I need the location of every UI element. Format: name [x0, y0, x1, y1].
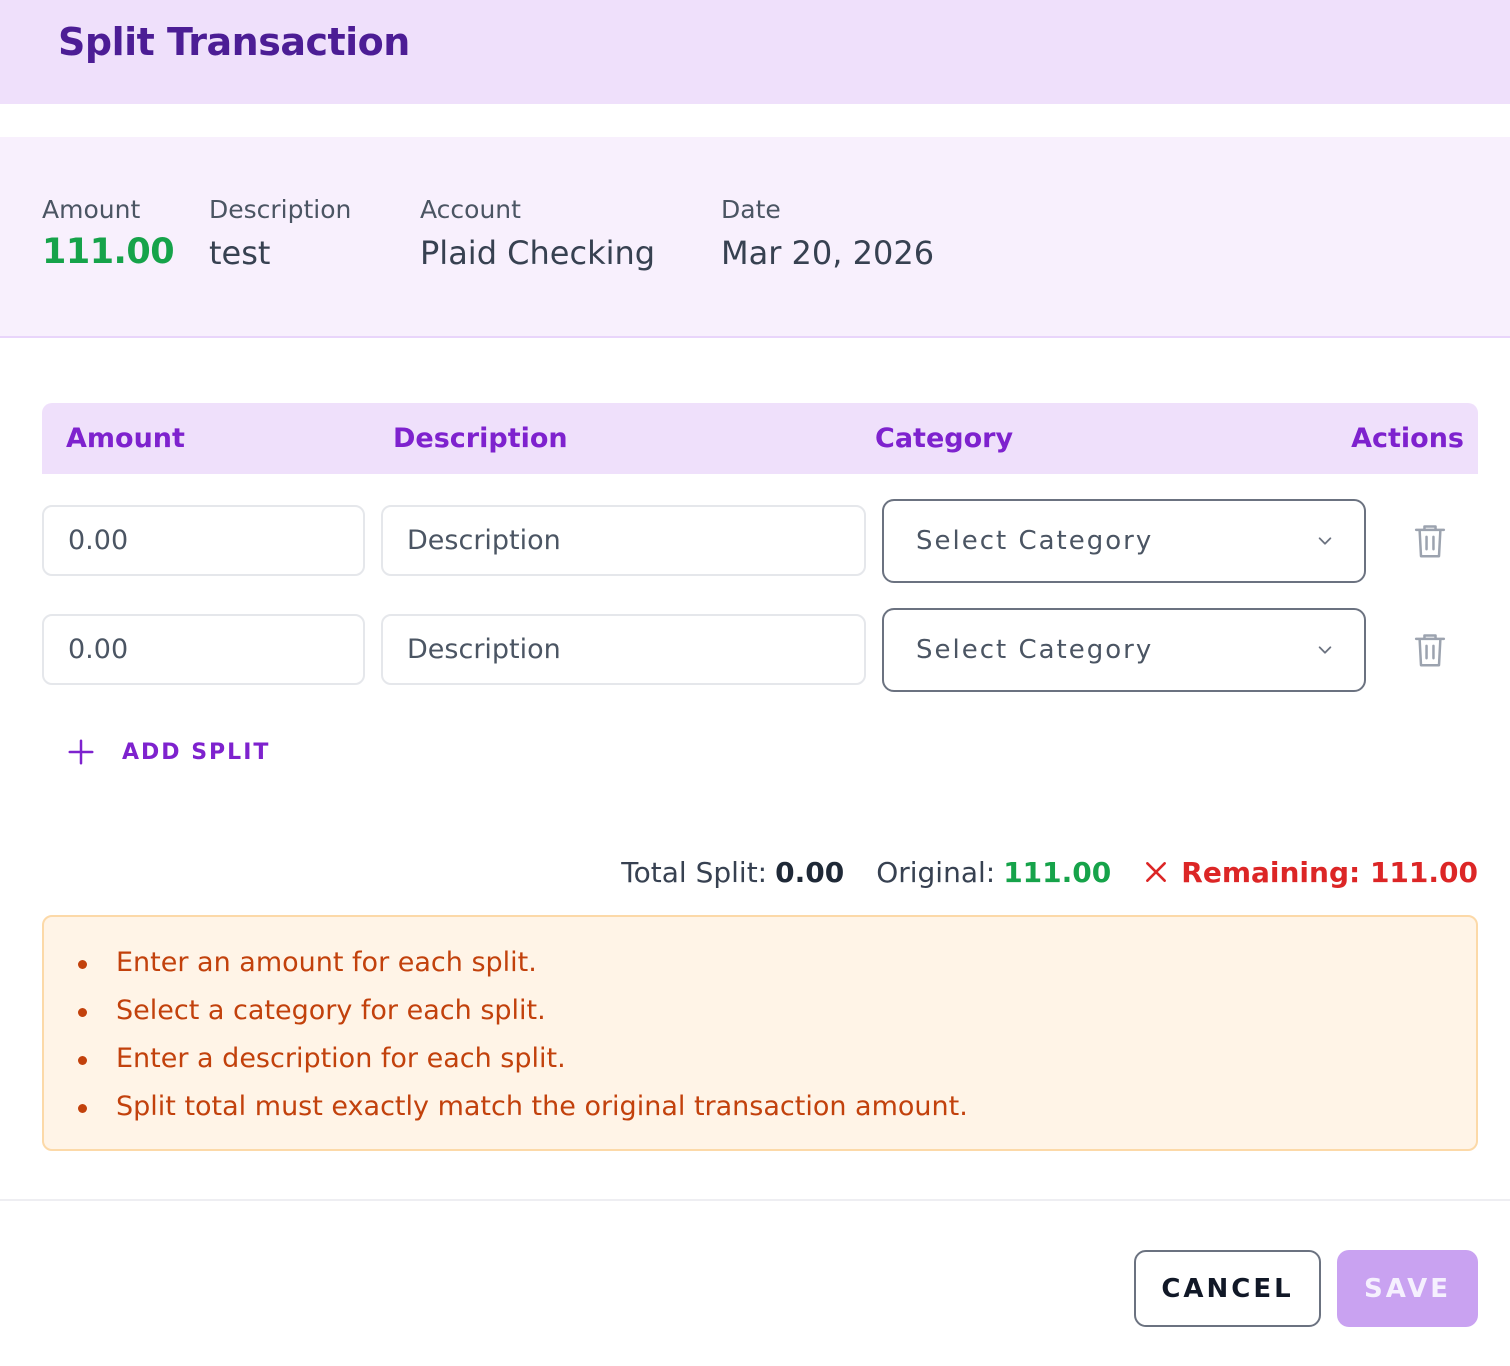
validation-errors: Enter an amount for each split. Select a… — [42, 915, 1478, 1151]
add-split-label: ADD SPLIT — [122, 739, 271, 765]
summary-account-label: Account — [420, 195, 521, 224]
category-select[interactable]: Select Category — [882, 608, 1366, 692]
cancel-button[interactable]: CANCEL — [1134, 1250, 1321, 1327]
total-split-value: 0.00 — [775, 855, 845, 889]
column-header-actions: Actions — [1351, 423, 1464, 454]
validation-error-item: Enter a description for each split. — [78, 1035, 1476, 1083]
category-select-label: Select Category — [916, 526, 1154, 556]
total-split-label: Total Split: — [621, 855, 768, 889]
split-description-field[interactable] — [381, 614, 866, 685]
summary-description-label: Description — [209, 195, 352, 224]
transaction-summary: Amount 111.00 Description test Account P… — [0, 137, 1510, 338]
category-select-label: Select Category — [916, 635, 1154, 665]
plus-icon — [68, 739, 94, 765]
remaining-status: Remaining: 111.00 — [1181, 855, 1478, 889]
chevron-down-icon — [1318, 646, 1332, 654]
validation-error-list: Enter an amount for each split. Select a… — [78, 939, 1476, 1131]
chevron-down-icon — [1318, 537, 1332, 545]
summary-amount-value: 111.00 — [42, 232, 175, 272]
split-totals: Total Split: 0.00 Original: 111.00 Remai… — [621, 852, 1478, 892]
summary-amount: Amount 111.00 — [42, 195, 175, 272]
summary-amount-label: Amount — [42, 195, 141, 224]
split-amount-field[interactable] — [42, 505, 365, 576]
trash-icon[interactable] — [1413, 523, 1447, 559]
close-icon — [1146, 862, 1167, 882]
summary-date: Date Mar 20, 2026 — [721, 195, 934, 272]
summary-account: Account Plaid Checking — [420, 195, 655, 272]
split-amount-input[interactable] — [68, 525, 363, 556]
split-amount-field[interactable] — [42, 614, 365, 685]
split-amount-input[interactable] — [68, 634, 363, 665]
category-select[interactable]: Select Category — [882, 499, 1366, 583]
split-table-header: Amount Description Category Actions — [42, 403, 1478, 474]
split-description-input[interactable] — [407, 525, 864, 556]
summary-account-value: Plaid Checking — [420, 234, 656, 272]
original-label: Original: — [876, 855, 996, 889]
save-button[interactable]: SAVE — [1337, 1250, 1478, 1327]
column-header-description: Description — [393, 423, 568, 454]
column-header-amount: Amount — [66, 423, 185, 454]
column-header-category: Category — [875, 423, 1014, 454]
validation-error-item: Split total must exactly match the origi… — [78, 1083, 1476, 1131]
split-transaction-dialog: Split Transaction Amount 111.00 Descript… — [0, 0, 1510, 1366]
split-description-input[interactable] — [407, 634, 864, 665]
validation-error-item: Select a category for each split. — [78, 987, 1476, 1035]
split-description-field[interactable] — [381, 505, 866, 576]
footer-divider — [0, 1199, 1510, 1201]
original-value: 111.00 — [1003, 855, 1112, 889]
dialog-header: Split Transaction — [0, 0, 1510, 104]
summary-date-label: Date — [721, 195, 781, 224]
summary-date-value: Mar 20, 2026 — [721, 234, 935, 272]
trash-icon[interactable] — [1413, 632, 1447, 668]
validation-error-item: Enter an amount for each split. — [78, 939, 1476, 987]
add-split-button[interactable]: ADD SPLIT — [66, 730, 270, 774]
summary-description-value: test — [209, 234, 271, 272]
summary-description: Description test — [209, 195, 351, 272]
dialog-title: Split Transaction — [58, 20, 410, 64]
